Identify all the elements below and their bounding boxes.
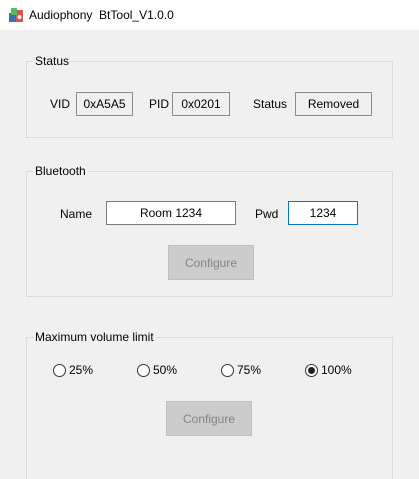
pid-value: 0x0201	[172, 92, 230, 116]
radio-circle[interactable]	[221, 363, 234, 377]
window-title: Audiophony BtTool_V1.0.0	[29, 8, 174, 22]
radio-label: 75%	[237, 363, 262, 377]
status-value: Removed	[295, 92, 372, 116]
vid-value: 0xA5A5	[76, 92, 133, 116]
radio-circle[interactable]	[137, 363, 150, 377]
radio-label: 50%	[153, 363, 178, 377]
client-area: Status VID 0xA5A5 PID 0x0201 Status Remo…	[0, 30, 419, 479]
status-group-title: Status	[33, 53, 72, 69]
name-field[interactable]	[106, 201, 236, 225]
volume-configure-button[interactable]: Configure	[166, 401, 252, 436]
name-label: Name	[60, 207, 93, 221]
pid-label: PID	[149, 97, 170, 111]
bluetooth-group-title: Bluetooth	[33, 163, 88, 179]
bluetooth-configure-button[interactable]: Configure	[168, 245, 254, 280]
radio-circle[interactable]	[53, 363, 66, 377]
volume-25-radio[interactable]: 25%	[53, 362, 93, 378]
volume-100-radio[interactable]: 100%	[305, 362, 352, 378]
speaker-app-icon	[9, 8, 23, 22]
radio-label: 100%	[321, 363, 352, 377]
volume-limit-group-title: Maximum volume limit	[33, 329, 156, 345]
title-bar[interactable]: Audiophony BtTool_V1.0.0	[0, 0, 419, 30]
password-field[interactable]	[288, 201, 358, 225]
radio-label: 25%	[69, 363, 94, 377]
radio-circle[interactable]	[305, 363, 318, 377]
volume-75-radio[interactable]: 75%	[221, 362, 261, 378]
volume-50-radio[interactable]: 50%	[137, 362, 177, 378]
vid-label: VID	[50, 97, 71, 111]
pwd-label: Pwd	[255, 207, 279, 221]
status-label: Status	[253, 97, 288, 111]
